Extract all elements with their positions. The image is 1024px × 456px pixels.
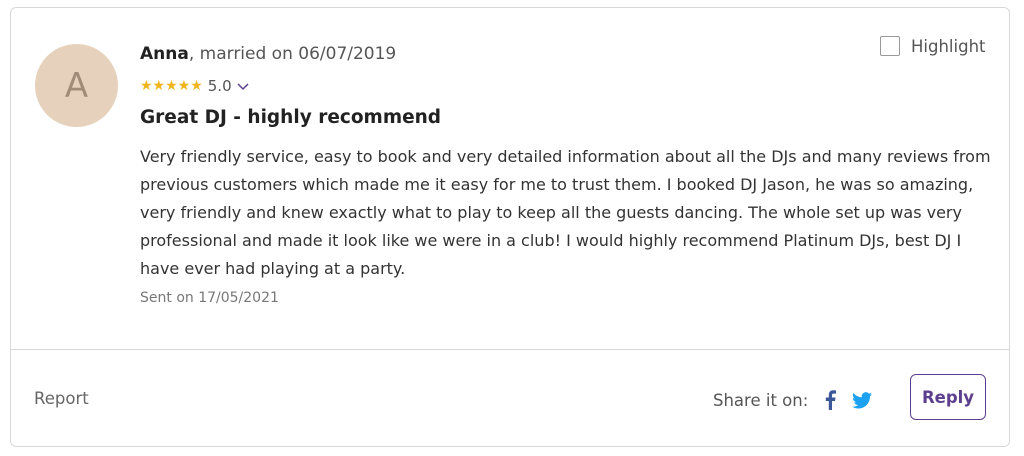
- avatar: A: [35, 44, 118, 127]
- rating-value: 5.0: [207, 77, 232, 95]
- married-date: , married on 06/07/2019: [188, 44, 397, 64]
- divider: [11, 349, 1009, 350]
- share-label: Share it on:: [713, 390, 809, 410]
- avatar-initial: A: [64, 65, 89, 106]
- highlight-label: Highlight: [911, 36, 986, 56]
- highlight-checkbox[interactable]: [880, 36, 900, 56]
- share-section: Share it on:: [713, 390, 873, 410]
- facebook-icon[interactable]: [824, 390, 837, 410]
- star-rating: ★★★★★: [140, 78, 203, 94]
- reply-button[interactable]: Reply: [910, 374, 986, 420]
- reviewer-line: Anna, married on 06/07/2019: [140, 44, 396, 64]
- review-title: Great DJ - highly recommend: [140, 107, 442, 128]
- review-body: Very friendly service, easy to book and …: [140, 147, 991, 278]
- sent-date: Sent on 17/05/2021: [140, 290, 279, 306]
- reviewer-name: Anna: [140, 44, 189, 64]
- rating[interactable]: ★★★★★ 5.0: [140, 77, 250, 95]
- review-card: A Anna, married on 06/07/2019 ★★★★★ 5.0 …: [10, 7, 1010, 447]
- report-link[interactable]: Report: [34, 389, 89, 408]
- highlight-toggle[interactable]: Highlight: [880, 36, 986, 56]
- chevron-down-icon[interactable]: [236, 81, 250, 91]
- twitter-icon[interactable]: [852, 391, 873, 409]
